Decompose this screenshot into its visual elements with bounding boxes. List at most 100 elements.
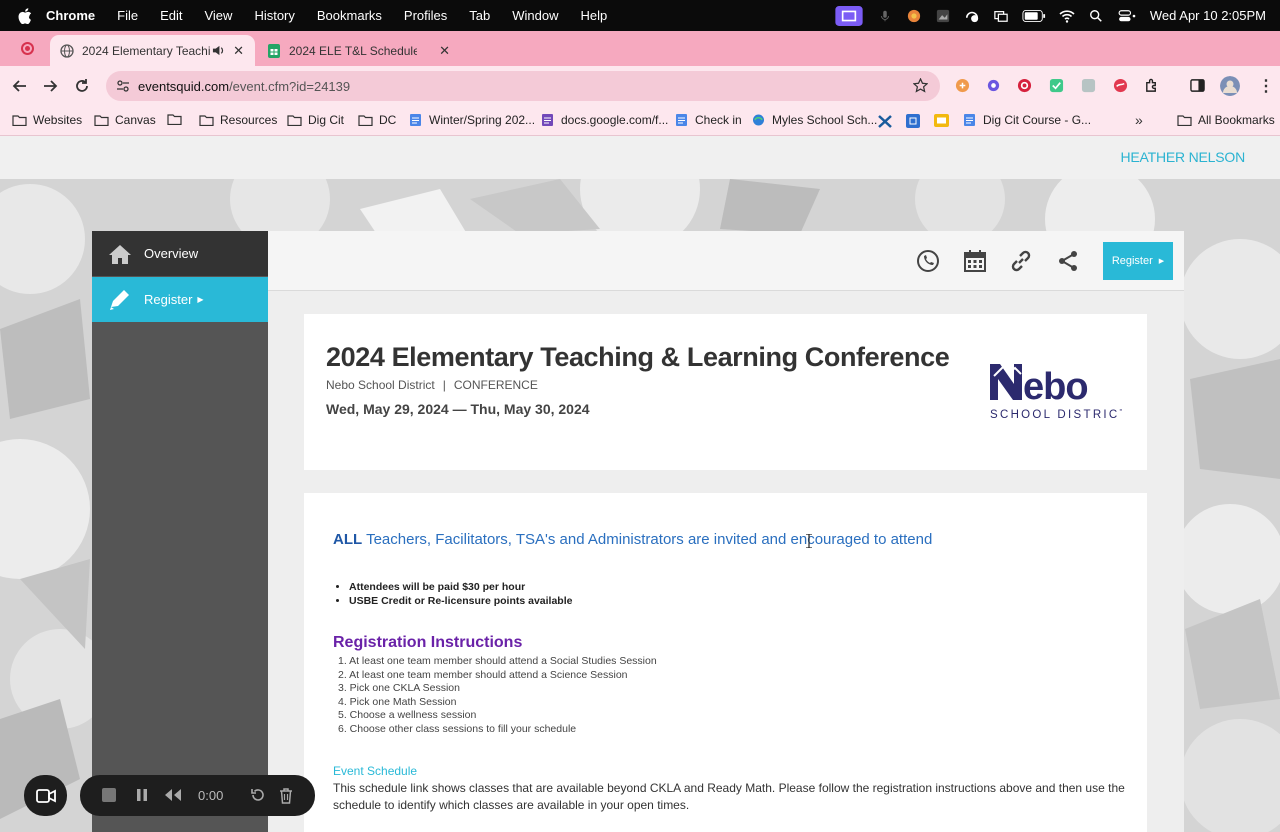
event-type: CONFERENCE xyxy=(453,378,538,392)
bookmarks-overflow-icon[interactable]: » xyxy=(1135,112,1143,128)
event-action-bar: Register ▶ xyxy=(268,231,1184,291)
back-arrow-icon[interactable] xyxy=(12,78,28,94)
menu-profiles[interactable]: Profiles xyxy=(404,8,447,23)
forward-arrow-icon[interactable] xyxy=(42,78,58,94)
reload-icon[interactable] xyxy=(74,78,90,94)
menu-history[interactable]: History xyxy=(254,8,294,23)
register-button[interactable]: Register ▶ xyxy=(1103,242,1173,280)
menubar-datetime[interactable]: Wed Apr 10 2:05PM xyxy=(1150,8,1266,23)
extension-redline-icon[interactable] xyxy=(1113,78,1128,93)
close-tab-icon[interactable]: ✕ xyxy=(233,43,244,59)
menu-tab[interactable]: Tab xyxy=(469,8,490,23)
recorder-controls: 0:00 xyxy=(80,775,315,816)
restart-icon[interactable] xyxy=(250,787,266,803)
bookmark-label: Winter/Spring 202... xyxy=(429,113,536,127)
text-cursor-icon xyxy=(806,534,812,548)
menu-app-name[interactable]: Chrome xyxy=(46,8,95,23)
blue-app-icon[interactable] xyxy=(906,114,920,128)
image-capture-icon[interactable] xyxy=(935,9,951,23)
menu-file[interactable]: File xyxy=(117,8,138,23)
bookmark-all-bookmarks[interactable]: All Bookmarks xyxy=(1177,113,1275,127)
list-item: 4. Pick one Math Session xyxy=(338,695,457,708)
slides-icon[interactable] xyxy=(934,114,949,127)
list-item: 3. Pick one CKLA Session xyxy=(338,682,460,695)
extensions-puzzle-icon[interactable] xyxy=(1144,78,1159,93)
profile-avatar-icon[interactable] xyxy=(1220,76,1240,96)
address-bar[interactable]: eventsquid.com/event.cfm?id=24139 xyxy=(106,71,940,101)
menu-view[interactable]: View xyxy=(204,8,232,23)
docs-icon xyxy=(676,114,687,126)
menu-edit[interactable]: Edit xyxy=(160,8,182,23)
event-schedule-link[interactable]: Event Schedule xyxy=(333,764,417,778)
sidebar-item-label: Register xyxy=(144,292,193,307)
url-path: /event.cfm?id=24139 xyxy=(229,78,351,94)
bookmark-google-form[interactable]: docs.google.com/f... xyxy=(540,113,668,127)
battery-icon[interactable] xyxy=(1022,9,1046,23)
extension-green-icon[interactable] xyxy=(1049,78,1064,93)
control-center-icon[interactable] xyxy=(1117,9,1137,23)
wifi-icon[interactable] xyxy=(1059,9,1075,23)
extension-red-icon[interactable] xyxy=(1017,78,1032,93)
user-name-link[interactable]: HEATHER NELSON xyxy=(1120,149,1245,165)
menu-bookmarks[interactable]: Bookmarks xyxy=(317,8,382,23)
microphone-icon[interactable] xyxy=(877,9,893,23)
bookmark-dc[interactable]: DC xyxy=(358,113,396,127)
bookmark-websites[interactable]: Websites xyxy=(12,113,82,127)
mirroring-icon[interactable] xyxy=(993,9,1009,23)
caret-right-icon: ▶ xyxy=(1158,258,1165,265)
close-tab-icon[interactable]: ✕ xyxy=(439,43,450,59)
side-panel-icon[interactable] xyxy=(1190,78,1205,93)
sidebar-item-register[interactable]: Register ▶ xyxy=(92,277,268,322)
extension-orange-icon[interactable] xyxy=(955,78,970,93)
share-icon[interactable] xyxy=(1056,249,1080,273)
trash-icon[interactable] xyxy=(278,787,294,804)
bookmark-star-icon[interactable] xyxy=(913,78,928,93)
invite-line: ALL Teachers, Facilitators, TSA's and Ad… xyxy=(333,531,932,548)
folder-icon xyxy=(1177,115,1192,126)
stop-icon[interactable] xyxy=(100,786,118,804)
excel-x-icon[interactable] xyxy=(878,115,892,128)
folder-icon xyxy=(287,115,302,126)
extension-purple-icon[interactable] xyxy=(986,78,1001,93)
bookmark-label: Resources xyxy=(220,113,278,127)
bookmark-unnamed-folder[interactable] xyxy=(167,113,188,125)
event-title: 2024 Elementary Teaching & Learning Conf… xyxy=(326,342,950,372)
menu-window[interactable]: Window xyxy=(512,8,558,23)
bookmarks-bar: Websites Canvas Resources Dig Cit DC Win… xyxy=(0,106,1280,136)
screen-share-icon[interactable] xyxy=(834,5,864,26)
bookmark-dig-cit-course[interactable]: Dig Cit Course - G... xyxy=(962,113,1091,127)
bookmark-canvas[interactable]: Canvas xyxy=(94,113,156,127)
phone-icon[interactable] xyxy=(916,249,940,273)
calendar-icon[interactable] xyxy=(963,249,987,273)
tab-elementary-conference[interactable]: 2024 Elementary Teaching ✕ xyxy=(50,35,255,66)
logo-wordmark: ebo xyxy=(1023,366,1088,408)
link-icon[interactable] xyxy=(1009,249,1033,273)
menu-help[interactable]: Help xyxy=(581,8,608,23)
bookmark-dig-cit[interactable]: Dig Cit xyxy=(287,113,344,127)
extension-gray-icon[interactable] xyxy=(1081,78,1096,93)
bookmark-winter-spring[interactable]: Winter/Spring 202... xyxy=(408,113,535,127)
site-info-icon[interactable] xyxy=(116,79,130,93)
recording-indicator-icon[interactable] xyxy=(21,42,34,55)
recorder-camera-button[interactable] xyxy=(24,775,67,816)
pause-icon[interactable] xyxy=(135,788,149,802)
tab-title: 2024 Elementary Teaching xyxy=(82,43,210,58)
spotlight-search-icon[interactable] xyxy=(1088,9,1104,23)
apple-icon[interactable] xyxy=(18,7,32,24)
docs-icon xyxy=(964,114,975,126)
speaker-icon[interactable] xyxy=(212,44,225,57)
event-summary-card: 2024 Elementary Teaching & Learning Conf… xyxy=(304,314,1147,470)
sidebar-item-overview[interactable]: Overview xyxy=(92,231,268,276)
colorful-app-icon[interactable] xyxy=(906,9,922,23)
folder-icon xyxy=(94,115,109,126)
bookmark-label: DC xyxy=(379,113,397,127)
chrome-menu-icon[interactable]: ⋮ xyxy=(1258,76,1274,96)
bookmark-check-in[interactable]: Check in xyxy=(674,113,742,127)
rewind-icon[interactable] xyxy=(164,788,182,802)
bookmark-myles-school[interactable]: Myles School Sch... xyxy=(751,113,877,127)
sync-status-icon[interactable] xyxy=(964,9,980,23)
bookmark-resources[interactable]: Resources xyxy=(199,113,277,127)
tab-schedule-sheet[interactable]: 2024 ELE T&L Schedule - Go ✕ xyxy=(257,35,461,66)
folder-icon xyxy=(167,114,182,125)
sheets-icon xyxy=(268,43,280,58)
